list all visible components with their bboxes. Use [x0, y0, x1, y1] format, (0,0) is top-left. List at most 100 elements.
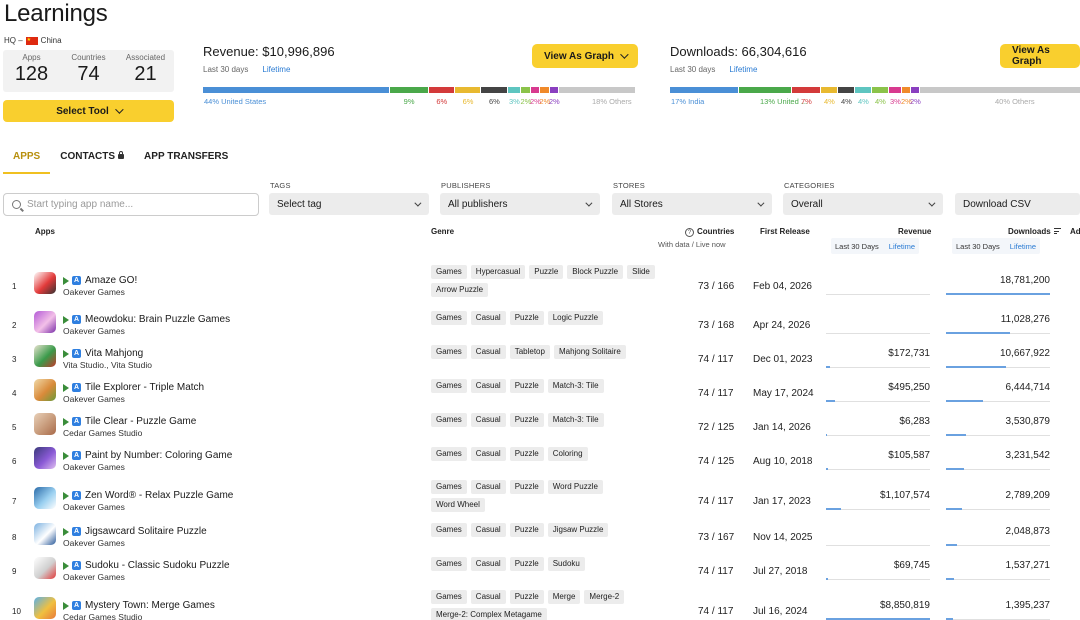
- app-icon[interactable]: [34, 557, 56, 579]
- genre-tag[interactable]: Games: [431, 557, 467, 571]
- app-name-line[interactable]: A Meowdoku: Brain Puzzle Games: [63, 314, 230, 325]
- app-name[interactable]: Vita Mahjong: [85, 348, 143, 359]
- app-publisher[interactable]: Cedar Games Studio: [63, 612, 142, 620]
- app-name[interactable]: Amaze GO!: [85, 275, 137, 286]
- genre-tag[interactable]: Casual: [470, 590, 506, 604]
- revenue-lifetime-link[interactable]: Lifetime: [262, 65, 290, 74]
- app-name-line[interactable]: A Jigsawcard Solitaire Puzzle: [63, 526, 207, 537]
- app-name[interactable]: Tile Clear - Puzzle Game: [85, 416, 196, 427]
- genre-tag[interactable]: Puzzle: [509, 590, 544, 604]
- publishers-filter-select[interactable]: All publishers: [440, 193, 600, 215]
- genre-tag[interactable]: Puzzle: [509, 480, 544, 494]
- app-icon[interactable]: [34, 597, 56, 619]
- genre-tag[interactable]: Block Puzzle: [567, 265, 624, 279]
- app-publisher[interactable]: Oakever Games: [63, 394, 125, 404]
- genre-tag[interactable]: Casual: [470, 379, 506, 393]
- app-name[interactable]: Mystery Town: Merge Games: [85, 600, 215, 611]
- revenue-view-graph-button[interactable]: View As Graph: [532, 44, 639, 68]
- genre-tag[interactable]: Casual: [470, 345, 506, 359]
- genre-tag[interactable]: Arrow Puzzle: [431, 283, 489, 297]
- genre-tag[interactable]: Puzzle: [509, 379, 544, 393]
- sort-descending-icon[interactable]: [1053, 228, 1061, 234]
- app-publisher[interactable]: Oakever Games: [63, 502, 125, 512]
- genre-tag[interactable]: Games: [431, 523, 467, 537]
- genre-tag[interactable]: Puzzle: [509, 311, 544, 325]
- app-name[interactable]: Jigsawcard Solitaire Puzzle: [85, 526, 207, 537]
- app-icon[interactable]: [34, 272, 56, 294]
- genre-tag[interactable]: Casual: [470, 523, 506, 537]
- app-name-line[interactable]: A Paint by Number: Coloring Game: [63, 450, 232, 461]
- app-name-line[interactable]: A Tile Clear - Puzzle Game: [63, 416, 196, 427]
- app-publisher[interactable]: Oakever Games: [63, 572, 125, 582]
- downloads-period[interactable]: Last 30 days: [670, 65, 715, 74]
- column-header-revenue[interactable]: Revenue: [898, 227, 931, 236]
- genre-tag[interactable]: Logic Puzzle: [547, 311, 604, 325]
- revenue-period[interactable]: Last 30 days: [203, 65, 248, 74]
- app-publisher[interactable]: Vita Studio., Vita Studio: [63, 360, 152, 370]
- genre-tag[interactable]: Sudoku: [547, 557, 585, 571]
- column-header-apps[interactable]: Apps: [35, 227, 55, 236]
- genre-tag[interactable]: Puzzle: [509, 447, 544, 461]
- genre-tag[interactable]: Puzzle: [529, 265, 564, 279]
- genre-tag[interactable]: Games: [431, 311, 467, 325]
- app-icon[interactable]: [34, 311, 56, 333]
- app-publisher[interactable]: Oakever Games: [63, 326, 125, 336]
- tags-filter-select[interactable]: Select tag: [269, 193, 429, 215]
- app-icon[interactable]: [34, 345, 56, 367]
- revenue-lifetime-toggle[interactable]: Lifetime: [889, 242, 915, 251]
- app-name-line[interactable]: A Tile Explorer - Triple Match: [63, 382, 204, 393]
- app-search-input[interactable]: [27, 199, 247, 210]
- app-icon[interactable]: [34, 523, 56, 545]
- app-search-box[interactable]: [3, 193, 259, 216]
- categories-filter-select[interactable]: Overall: [783, 193, 943, 215]
- app-publisher[interactable]: Oakever Games: [63, 287, 125, 297]
- app-name-line[interactable]: A Sudoku - Classic Sudoku Puzzle: [63, 560, 230, 571]
- app-name[interactable]: Sudoku - Classic Sudoku Puzzle: [85, 560, 230, 571]
- app-name-line[interactable]: A Mystery Town: Merge Games: [63, 600, 215, 611]
- downloads-lifetime-toggle[interactable]: Lifetime: [1010, 242, 1036, 251]
- genre-tag[interactable]: Hypercasual: [470, 265, 526, 279]
- stores-filter-select[interactable]: All Stores: [612, 193, 772, 215]
- genre-tag[interactable]: Tabletop: [509, 345, 550, 359]
- genre-tag[interactable]: Puzzle: [509, 413, 544, 427]
- genre-tag[interactable]: Games: [431, 379, 467, 393]
- genre-tag[interactable]: Mahjong Solitaire: [553, 345, 626, 359]
- genre-tag[interactable]: Match-3: Tile: [547, 413, 604, 427]
- genre-tag[interactable]: Casual: [470, 311, 506, 325]
- app-name[interactable]: Zen Word® - Relax Puzzle Game: [85, 490, 233, 501]
- genre-tag[interactable]: Merge-2: Complex Metagame: [431, 608, 547, 620]
- column-header-first-release[interactable]: First Release: [760, 227, 810, 236]
- downloads-view-graph-button[interactable]: View As Graph: [1000, 44, 1080, 68]
- column-header-cut-off[interactable]: Ad: [1070, 227, 1080, 236]
- app-name-line[interactable]: A Amaze GO!: [63, 275, 137, 286]
- column-header-countries[interactable]: ? Countries: [685, 227, 734, 237]
- app-name[interactable]: Paint by Number: Coloring Game: [85, 450, 232, 461]
- genre-tag[interactable]: Games: [431, 265, 467, 279]
- app-publisher[interactable]: Oakever Games: [63, 538, 125, 548]
- app-publisher[interactable]: Oakever Games: [63, 462, 125, 472]
- app-publisher[interactable]: Cedar Games Studio: [63, 428, 142, 438]
- app-icon[interactable]: [34, 413, 56, 435]
- genre-tag[interactable]: Match-3: Tile: [547, 379, 604, 393]
- genre-tag[interactable]: Casual: [470, 447, 506, 461]
- genre-tag[interactable]: Jigsaw Puzzle: [547, 523, 609, 537]
- app-icon[interactable]: [34, 487, 56, 509]
- genre-tag[interactable]: Casual: [470, 557, 506, 571]
- downloads-last30-toggle[interactable]: Last 30 Days: [956, 242, 1000, 251]
- genre-tag[interactable]: Games: [431, 447, 467, 461]
- tab-contacts[interactable]: CONTACTS: [50, 148, 134, 174]
- genre-tag[interactable]: Casual: [470, 480, 506, 494]
- download-csv-button[interactable]: Download CSV: [955, 193, 1080, 215]
- app-icon[interactable]: [34, 379, 56, 401]
- tab-apps[interactable]: APPS: [3, 148, 51, 174]
- revenue-last30-toggle[interactable]: Last 30 Days: [835, 242, 879, 251]
- genre-tag[interactable]: Games: [431, 345, 467, 359]
- downloads-lifetime-link[interactable]: Lifetime: [729, 65, 757, 74]
- genre-tag[interactable]: Merge-2: [584, 590, 625, 604]
- app-name[interactable]: Meowdoku: Brain Puzzle Games: [85, 314, 230, 325]
- genre-tag[interactable]: Puzzle: [509, 523, 544, 537]
- tab-app-transfers[interactable]: APP TRANSFERS: [134, 148, 238, 174]
- genre-tag[interactable]: Games: [431, 480, 467, 494]
- app-name[interactable]: Tile Explorer - Triple Match: [85, 382, 204, 393]
- genre-tag[interactable]: Slide: [627, 265, 655, 279]
